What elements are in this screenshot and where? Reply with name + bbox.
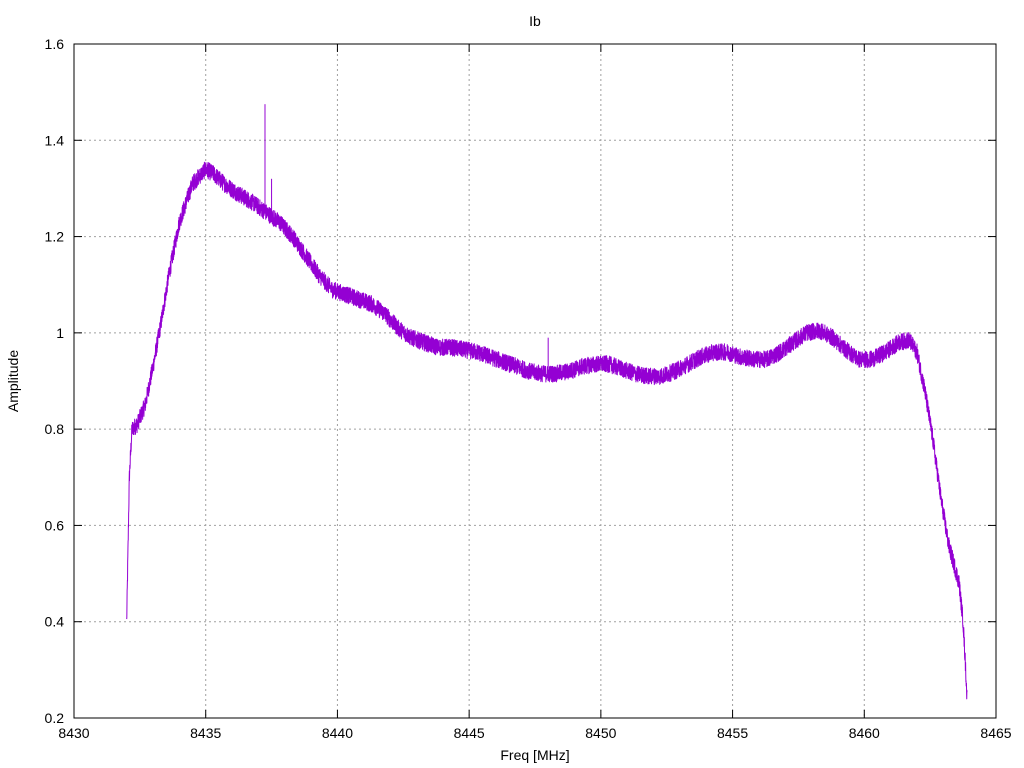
x-tick-label: 8450	[585, 725, 616, 741]
y-tick-label: 1.2	[45, 229, 65, 245]
y-tick-label: 0.6	[45, 517, 65, 533]
x-tick-label: 8460	[849, 725, 880, 741]
plot-frame	[73, 43, 997, 719]
x-tick-label: 8445	[454, 725, 485, 741]
x-tick-label: 8440	[322, 725, 353, 741]
y-tick-label: 1.6	[45, 36, 65, 52]
y-axis-title: Amplitude	[5, 350, 21, 412]
y-tick-label: 1.4	[45, 132, 65, 148]
grid-layer	[74, 44, 996, 718]
ticks-layer: 8430 8435 8440 8445 8450 8455 8460 8465 0.2 0.4 0.…	[45, 36, 1012, 741]
y-tick-label: 0.8	[45, 421, 65, 437]
x-tick-label: 8430	[58, 725, 89, 741]
chart: 8430 8435 8440 8445 8450 8455 8460 8465 0.2 0.4 0.…	[5, 13, 1012, 763]
x-tick-label: 8435	[190, 725, 221, 741]
y-tick-label: 0.2	[45, 710, 65, 726]
y-tick-label: 0.4	[45, 614, 65, 630]
series-layer	[126, 104, 968, 700]
chart-title: Ib	[529, 13, 541, 29]
x-axis-title: Freq [MHz]	[500, 747, 569, 763]
series-line	[126, 161, 968, 700]
x-tick-label: 8465	[980, 725, 1011, 741]
y-tick-label: 1	[56, 325, 64, 341]
x-tick-label: 8455	[717, 725, 748, 741]
